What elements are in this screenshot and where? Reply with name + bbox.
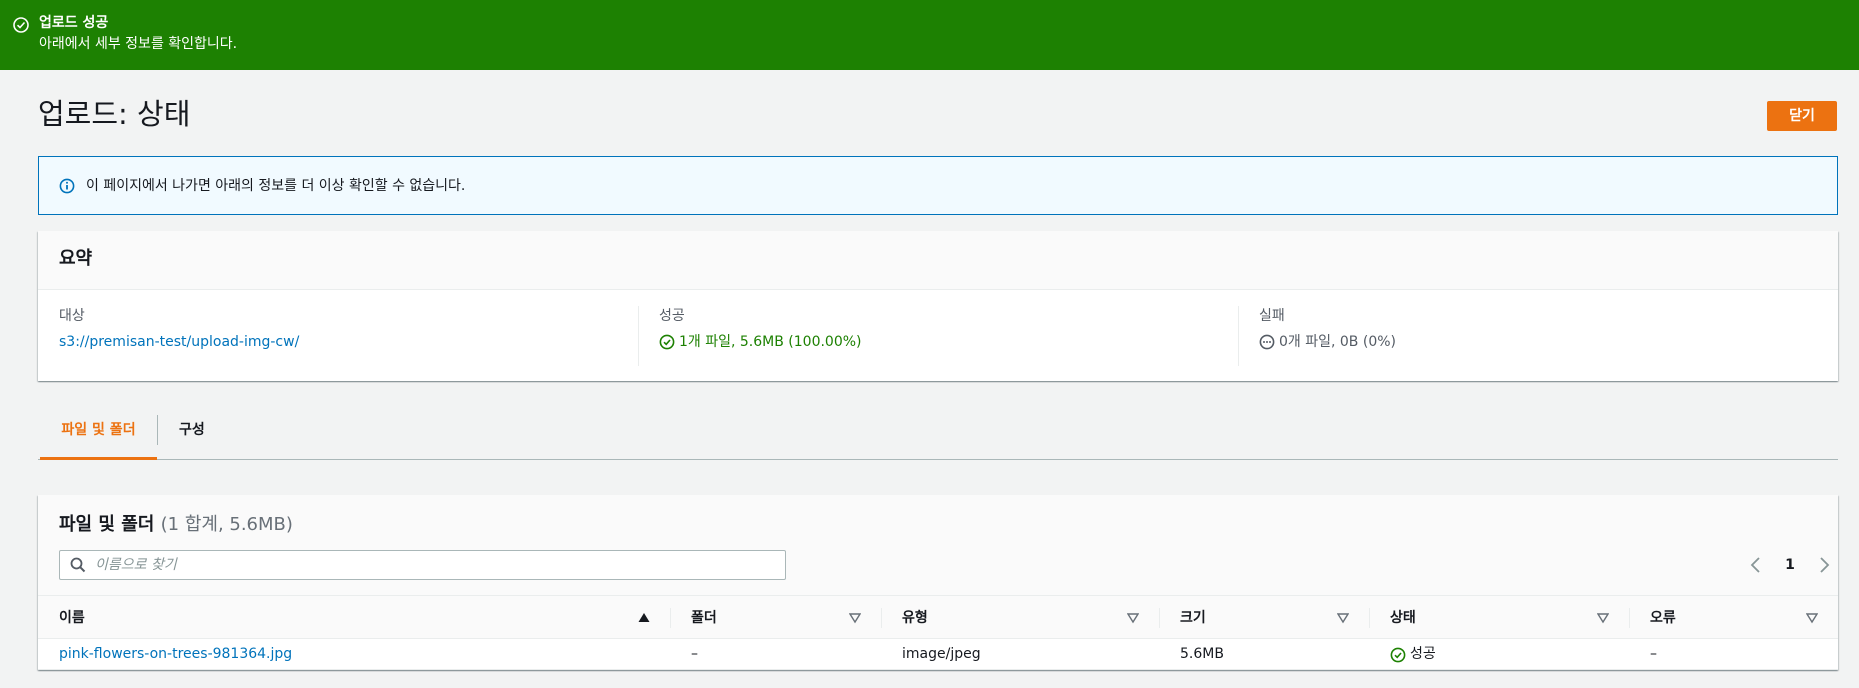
column-label-error: 오류 — [1650, 610, 1676, 626]
cell-size: 5.6MB — [1180, 646, 1224, 662]
summary-failed: 실패 0개 파일, 0B (0%) — [1238, 306, 1838, 366]
success-value: 1개 파일, 5.6MB (100.00%) — [679, 334, 862, 350]
column-divider — [1369, 608, 1370, 628]
chevron-right-icon[interactable] — [1814, 555, 1834, 575]
files-panel-title: 파일 및 폴더 (1 합계, 5.6MB) — [59, 513, 293, 537]
column-label-status: 상태 — [1390, 610, 1416, 626]
page-number[interactable]: 1 — [1780, 552, 1800, 578]
column-header-error[interactable]: 오류 — [1629, 596, 1838, 640]
success-circle-icon — [13, 17, 29, 33]
table-row: pink-flowers-on-trees-981364.jpg – image… — [38, 639, 1838, 670]
success-check-icon — [659, 334, 675, 350]
column-header-type[interactable]: 유형 — [881, 596, 1159, 640]
sort-unsorted-icon[interactable] — [849, 612, 861, 624]
column-divider — [1629, 608, 1630, 628]
files-table-panel: 파일 및 폴더 (1 합계, 5.6MB) 1 이름 폴더 — [38, 495, 1838, 670]
column-label-name: 이름 — [59, 610, 85, 626]
column-header-size[interactable]: 크기 — [1159, 596, 1369, 640]
sort-unsorted-icon[interactable] — [1337, 612, 1349, 624]
summary-success: 성공 1개 파일, 5.6MB (100.00%) — [638, 306, 1238, 366]
pagination: 1 — [1746, 552, 1838, 578]
tab-bar: 파일 및 폴더 구성 — [38, 408, 1838, 460]
destination-label: 대상 — [59, 308, 85, 324]
column-label-folder: 폴더 — [691, 610, 717, 626]
column-divider — [1159, 608, 1160, 628]
tab-files-and-folders[interactable]: 파일 및 폴더 — [40, 408, 157, 460]
sort-ascending-icon[interactable] — [638, 612, 650, 624]
search-input[interactable] — [95, 551, 775, 579]
status-text: 성공 — [1410, 646, 1436, 662]
sort-unsorted-icon[interactable] — [1127, 612, 1139, 624]
info-alert-text: 이 페이지에서 나가면 아래의 정보를 더 이상 확인할 수 없습니다. — [86, 178, 466, 194]
close-button[interactable]: 닫기 — [1767, 101, 1837, 131]
cell-folder: – — [691, 646, 698, 662]
failed-label: 실패 — [1259, 308, 1285, 324]
column-divider — [670, 608, 671, 628]
success-flash-banner: 업로드 성공 아래에서 세부 정보를 확인합니다. — [0, 0, 1859, 70]
flash-message: 아래에서 세부 정보를 확인합니다. — [39, 36, 238, 52]
page-title: 업로드: 상태 — [38, 97, 191, 131]
column-header-status[interactable]: 상태 — [1369, 596, 1629, 640]
file-name-link[interactable]: pink-flowers-on-trees-981364.jpg — [59, 639, 292, 670]
summary-panel: 요약 대상 s3://premisan-test/upload-img-cw/ … — [38, 231, 1838, 381]
tab-configuration[interactable]: 구성 — [179, 408, 205, 460]
files-table-header: 파일 및 폴더 (1 합계, 5.6MB) 1 — [38, 495, 1838, 595]
flash-title: 업로드 성공 — [39, 15, 109, 31]
table-header-row: 이름 폴더 유형 크기 상태 오류 — [38, 595, 1838, 639]
column-label-type: 유형 — [902, 610, 928, 626]
files-title: 파일 및 폴더 — [59, 514, 155, 535]
destination-link[interactable]: s3://premisan-test/upload-img-cw/ — [59, 332, 299, 352]
search-box — [59, 550, 786, 580]
tab-divider — [157, 415, 158, 445]
pending-ellipsis-icon — [1259, 334, 1275, 350]
chevron-left-icon[interactable] — [1746, 555, 1766, 575]
summary-header: 요약 — [38, 231, 1838, 290]
cell-error: – — [1650, 646, 1657, 662]
summary-destination: 대상 s3://premisan-test/upload-img-cw/ — [59, 306, 659, 366]
column-header-name[interactable]: 이름 — [38, 596, 670, 640]
sort-unsorted-icon[interactable] — [1597, 612, 1609, 624]
cell-status: 성공 — [1390, 639, 1436, 670]
sort-unsorted-icon[interactable] — [1806, 612, 1818, 624]
success-check-icon — [1390, 647, 1406, 662]
cell-name: pink-flowers-on-trees-981364.jpg — [59, 639, 292, 670]
failed-value: 0개 파일, 0B (0%) — [1279, 334, 1396, 350]
search-icon — [70, 557, 86, 573]
column-header-folder[interactable]: 폴더 — [670, 596, 881, 640]
column-divider — [881, 608, 882, 628]
info-alert: 이 페이지에서 나가면 아래의 정보를 더 이상 확인할 수 없습니다. — [38, 156, 1838, 215]
files-count: (1 합계, 5.6MB) — [160, 514, 293, 535]
success-label: 성공 — [659, 308, 685, 324]
info-circle-icon — [59, 178, 75, 194]
cell-type: image/jpeg — [902, 646, 981, 662]
column-label-size: 크기 — [1180, 610, 1206, 626]
summary-title: 요약 — [59, 248, 93, 269]
